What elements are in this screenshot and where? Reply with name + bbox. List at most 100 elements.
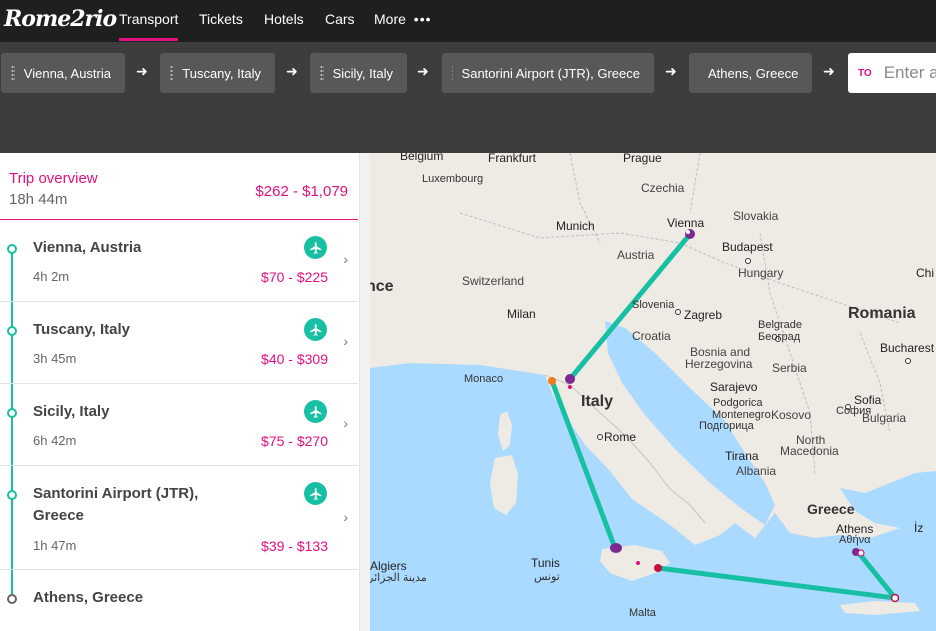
segment-duration: 4h 2m (33, 269, 70, 284)
map-label-austria: Austria (617, 248, 655, 262)
route-stop-label: Vienna, Austria (23, 65, 111, 81)
map-label-sarajevo: Sarajevo (710, 380, 758, 394)
segment-price: $40 - $309 (261, 351, 328, 367)
segment-row-santorini[interactable]: Santorini Airport (JTR), Greece 1h 47m $… (0, 466, 358, 570)
city-dot-zagreb (675, 309, 681, 315)
map-label-belgrade: Belgrade (758, 319, 803, 331)
destination-name: Athens, Greece (33, 589, 144, 606)
drag-handle-icon[interactable] (320, 65, 324, 81)
map-label-bucharest: Bucharest (880, 341, 935, 355)
map-label-budapest: Budapest (722, 240, 773, 254)
route-stop-label: Santorini Airport (JTR), Greece (461, 65, 640, 81)
plane-icon (304, 400, 327, 423)
segment-name-line1: Santorini Airport (JTR), (33, 485, 199, 502)
sidebar-scrollbar[interactable] (359, 153, 370, 631)
tab-more-label: More (374, 11, 406, 27)
map-label-tirana: Tirana (725, 449, 759, 463)
drag-handle-icon[interactable] (11, 65, 15, 81)
top-navbar: Rome2rio Transport Tickets Hotels Cars M… (0, 0, 936, 42)
marker-tuscany (565, 374, 575, 384)
route-stop-athens[interactable]: Athens, Greece (689, 53, 812, 93)
destination-dot (7, 594, 17, 604)
drag-handle-icon[interactable] (170, 65, 174, 81)
marker-vienna (685, 229, 695, 239)
trip-overview[interactable]: Trip overview 18h 44m $262 - $1,079 (0, 153, 358, 220)
tab-transport[interactable]: Transport (119, 0, 179, 42)
tab-tickets[interactable]: Tickets (199, 0, 243, 42)
arrow-right-icon: ➜ (417, 63, 429, 79)
city-dot-rome (597, 434, 603, 440)
chevron-right-icon: › (343, 333, 348, 349)
route-stop-label: Athens, Greece (708, 65, 799, 81)
rome2rio-logo[interactable]: Rome2rio (4, 6, 117, 36)
segment-duration: 1h 47m (33, 538, 77, 553)
route-stop-santorini[interactable]: Santorini Airport (JTR), Greece (442, 53, 654, 93)
segment-price: $70 - $225 (261, 269, 328, 285)
tab-more[interactable]: More ••• (374, 0, 432, 42)
route-stop-tuscany[interactable]: Tuscany, Italy (160, 53, 275, 93)
city-dot-budapest (745, 258, 751, 264)
segment-row-sicily[interactable]: Sicily, Italy 6h 42m $75 - $270 › (0, 384, 358, 466)
route-map[interactable]: Belgium Frankfurt Prague Luxembourg Czec… (370, 153, 936, 631)
arrow-right-icon: ➜ (823, 63, 835, 79)
segment-row-tuscany[interactable]: Tuscany, Italy 3h 45m $40 - $309 › (0, 302, 358, 384)
map-label-vienna: Vienna (667, 216, 705, 230)
segment-name: Vienna, Austria (33, 239, 142, 256)
map-label-tunis: Tunis (531, 556, 560, 570)
map-canvas (370, 153, 936, 631)
map-label-france-partial: nce (370, 278, 394, 295)
arrow-right-icon: ➜ (136, 63, 148, 79)
segment-name-line2: Greece (33, 507, 84, 524)
map-label-herzegovina: Herzegovina (685, 357, 753, 371)
marker-vienna-inner (686, 230, 690, 234)
destination-row[interactable]: Athens, Greece (0, 570, 358, 631)
map-label-prague: Prague (623, 153, 662, 165)
route-stop-vienna[interactable]: Vienna, Austria (1, 53, 125, 93)
map-label-bulgaria: Bulgaria (862, 411, 907, 425)
segment-price: $75 - $270 (261, 433, 328, 449)
segment-price: $39 - $133 (261, 538, 328, 554)
trip-overview-title: Trip overview (9, 170, 98, 187)
map-label-romania: Romania (848, 305, 916, 322)
trip-total-price: $262 - $1,079 (255, 183, 348, 200)
map-label-chi-partial: Chi (916, 266, 935, 280)
marker-santorini (890, 593, 900, 603)
map-label-serbia: Serbia (772, 361, 807, 375)
city-dot-bucharest (905, 358, 911, 364)
chevron-right-icon: › (343, 509, 348, 525)
destination-field[interactable]: TO (848, 53, 936, 93)
map-label-croatia: Croatia (632, 329, 671, 343)
map-label-italy: Italy (581, 393, 614, 410)
tab-hotels[interactable]: Hotels (264, 0, 304, 42)
tab-cars[interactable]: Cars (325, 0, 355, 42)
arrow-right-icon: ➜ (286, 63, 298, 79)
map-label-algiers-arabic-1: مدينة (402, 572, 427, 584)
map-label-albania: Albania (736, 464, 777, 478)
to-label: TO (858, 67, 872, 79)
timeline-dot (7, 408, 17, 418)
map-label-macedonia: Macedonia (780, 444, 839, 458)
map-label-greece: Greece (807, 501, 855, 517)
route-stop-label: Sicily, Italy (332, 65, 393, 81)
drag-handle-icon[interactable] (452, 65, 453, 81)
destination-input[interactable] (883, 63, 936, 83)
segment-row-vienna[interactable]: Vienna, Austria 4h 2m $70 - $225 › (0, 220, 358, 302)
map-label-belgrade-cyrillic: Београд (758, 331, 801, 343)
timeline-dot (7, 490, 17, 500)
segment-name: Sicily, Italy (33, 403, 110, 420)
map-label-podgorica: Podgorica (713, 397, 763, 409)
map-label-izmir-partial: İz (914, 521, 924, 535)
timeline-dot (7, 326, 17, 336)
map-label-slovakia: Slovakia (733, 209, 779, 223)
plane-icon (304, 318, 327, 341)
map-label-belgium: Belgium (400, 153, 444, 163)
segment-duration: 3h 45m (33, 351, 77, 366)
map-label-slovenia: Slovenia (632, 299, 675, 311)
ellipsis-icon: ••• (413, 11, 432, 27)
route-stop-sicily[interactable]: Sicily, Italy (310, 53, 407, 93)
map-label-switzerland: Switzerland (462, 274, 525, 288)
trip-sidebar: Trip overview 18h 44m $262 - $1,079 Vien… (0, 153, 370, 631)
segment-name: Santorini Airport (JTR), Greece (33, 483, 198, 527)
marker-sicily-pin (636, 561, 640, 565)
map-label-hungary: Hungary (738, 266, 784, 280)
